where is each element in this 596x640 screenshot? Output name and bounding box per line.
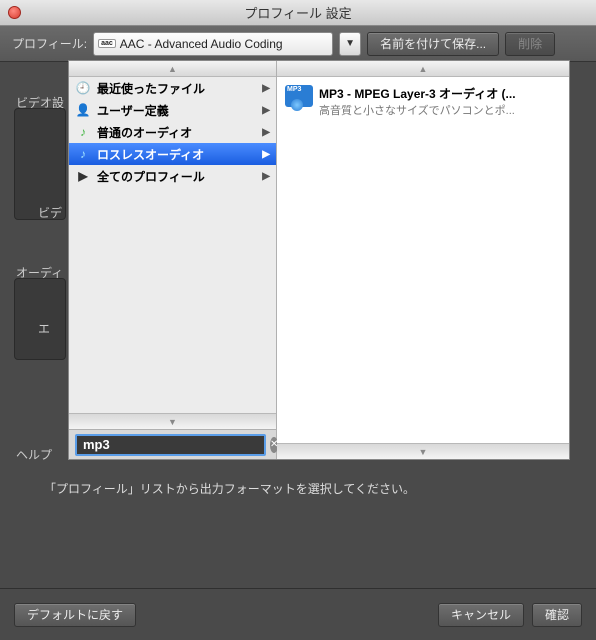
ok-button[interactable]: 確認 <box>532 603 582 627</box>
result-scroll-up[interactable]: ▲ <box>277 61 569 77</box>
category-user[interactable]: 👤 ユーザー定義 ▶ <box>69 99 276 121</box>
user-icon: 👤 <box>75 102 91 118</box>
chevron-right-icon: ▶ <box>262 83 270 94</box>
instruction-text: 「プロフィール」リストから出力フォーマットを選択してください。 <box>44 480 415 497</box>
category-scroll-up[interactable]: ▲ <box>69 61 276 77</box>
result-list: MP3 - MPEG Layer-3 オーディオ (... 高音質と小さなサイズ… <box>277 77 569 443</box>
category-list: 🕘 最近使ったファイル ▶ 👤 ユーザー定義 ▶ ♪ 普通のオーディオ ▶ ♪ … <box>69 77 276 413</box>
category-lossless-audio[interactable]: ♪ ロスレスオーディオ ▶ <box>69 143 276 165</box>
profile-select-value: AAC - Advanced Audio Coding <box>120 37 283 51</box>
profile-popup: ▲ 🕘 最近使ったファイル ▶ 👤 ユーザー定義 ▶ ♪ 普通のオーディオ ▶ … <box>68 60 570 460</box>
profile-label: プロフィール: <box>12 35 87 52</box>
aac-icon: aac <box>98 39 116 48</box>
toolbar: プロフィール: aac AAC - Advanced Audio Coding … <box>0 26 596 62</box>
search-input[interactable] <box>83 437 258 452</box>
reset-defaults-button[interactable]: デフォルトに戻す <box>14 603 136 627</box>
music-note-icon: ♪ <box>75 146 91 162</box>
titlebar: プロフィール 設定 <box>0 0 596 26</box>
footer: デフォルトに戻す キャンセル 確認 <box>0 588 596 640</box>
chevron-right-icon: ▶ <box>262 149 270 160</box>
chevron-right-icon: ▶ <box>262 127 270 138</box>
cancel-button[interactable]: キャンセル <box>438 603 524 627</box>
result-item-mp3[interactable]: MP3 - MPEG Layer-3 オーディオ (... 高音質と小さなサイズ… <box>281 83 565 120</box>
category-normal-audio[interactable]: ♪ 普通のオーディオ ▶ <box>69 121 276 143</box>
video-label-2: ビデ <box>28 198 72 227</box>
result-scroll-down[interactable]: ▼ <box>277 443 569 459</box>
help-label: ヘルプ <box>6 440 62 469</box>
search-box[interactable] <box>75 434 266 456</box>
save-as-button[interactable]: 名前を付けて保存... <box>367 32 499 56</box>
profile-dropdown-button[interactable]: ▼ <box>339 32 361 56</box>
chevron-right-icon: ▶ <box>262 171 270 182</box>
delete-button: 削除 <box>505 32 555 56</box>
result-title: MP3 - MPEG Layer-3 オーディオ (... <box>319 85 561 102</box>
profile-select[interactable]: aac AAC - Advanced Audio Coding <box>93 32 333 56</box>
search-row: ✕ <box>69 429 276 459</box>
category-scroll-down[interactable]: ▼ <box>69 413 276 429</box>
clock-icon: 🕘 <box>75 80 91 96</box>
window-title: プロフィール 設定 <box>0 3 596 22</box>
mp3-icon <box>285 85 313 107</box>
audio-label-2: エ <box>28 314 60 343</box>
music-note-icon: ♪ <box>75 124 91 140</box>
play-icon: ▶ <box>75 168 91 184</box>
category-recent[interactable]: 🕘 最近使ったファイル ▶ <box>69 77 276 99</box>
category-all-profiles[interactable]: ▶ 全てのプロフィール ▶ <box>69 165 276 187</box>
chevron-right-icon: ▶ <box>262 105 270 116</box>
result-desc: 高音質と小さなサイズでパソコンとポ... <box>319 102 561 118</box>
